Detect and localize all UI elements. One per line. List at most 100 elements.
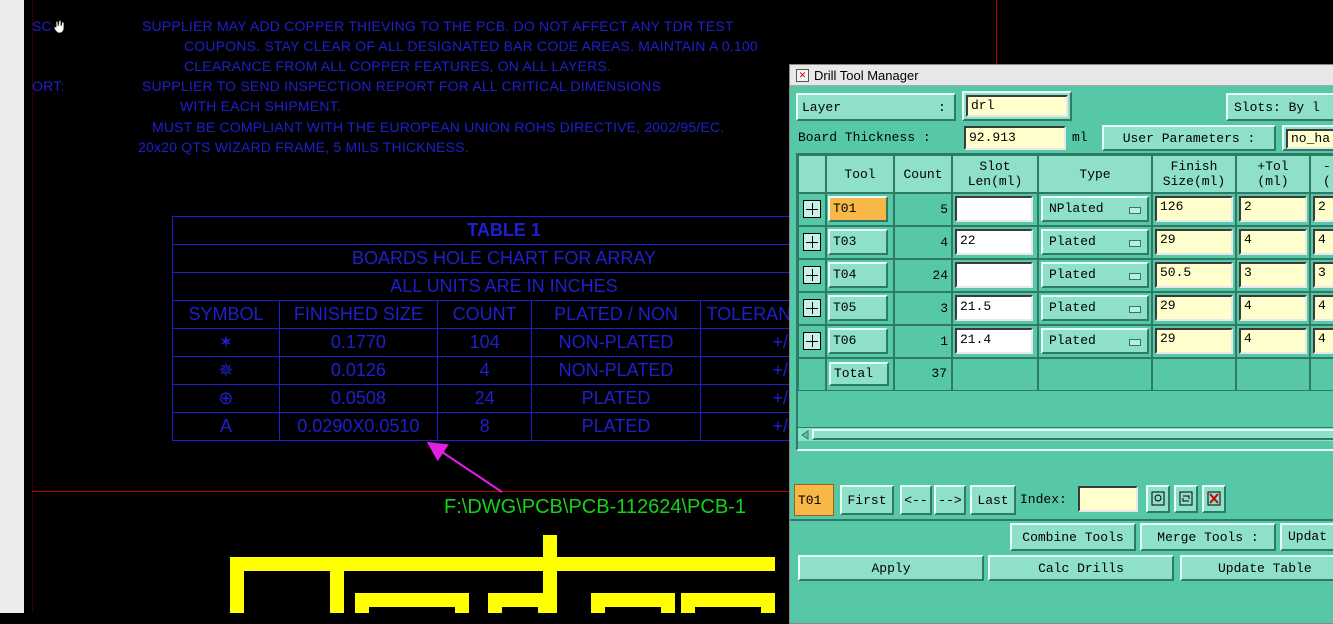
header-count: COUNT <box>436 300 533 329</box>
index-input[interactable] <box>1078 486 1138 512</box>
plus-tol-input[interactable]: 3 <box>1239 262 1307 288</box>
slot-length-input[interactable] <box>955 196 1033 222</box>
plus-tol-input[interactable]: 4 <box>1239 229 1307 255</box>
dialog-title: Drill Tool Manager <box>814 67 919 83</box>
finish-size-input[interactable]: 50.5 <box>1155 262 1233 288</box>
slot-length-input[interactable]: 21.4 <box>955 328 1033 354</box>
plus-tol-input[interactable]: 4 <box>1239 328 1307 354</box>
table-row: A 0.0290X0.0510 8 PLATED +/-0.00 <box>172 412 836 441</box>
minus-tol-input[interactable]: 4 <box>1313 295 1333 321</box>
calc-drills-button[interactable]: Calc Drills <box>988 555 1174 581</box>
slot-length-input[interactable]: 21.5 <box>955 295 1033 321</box>
next-button[interactable]: --> <box>934 485 966 515</box>
type-dropdown[interactable]: Plated <box>1041 229 1149 255</box>
window-close-icon[interactable]: ✕ <box>796 68 809 82</box>
type-value: Plated <box>1049 234 1096 249</box>
horizontal-scrollbar[interactable] <box>798 427 1333 441</box>
type-dropdown[interactable]: Plated <box>1041 262 1149 288</box>
note-prefix: SC <box>32 18 52 34</box>
dropdown-icon <box>1129 306 1141 313</box>
expand-icon[interactable] <box>803 200 821 218</box>
expand-icon[interactable] <box>803 266 821 284</box>
tool-button[interactable]: T05 <box>828 295 888 321</box>
size-cell: 0.0290X0.0510 <box>278 412 438 441</box>
arrow-to-table <box>426 441 503 493</box>
delete-icon-button[interactable] <box>1202 485 1226 513</box>
plus-tol-input[interactable]: 2 <box>1239 196 1307 222</box>
count-value: 5 <box>940 202 948 217</box>
update-table-button[interactable]: Update Table <box>1180 555 1333 581</box>
finish-size-input[interactable]: 126 <box>1155 196 1233 222</box>
col-type-label: Type <box>1079 166 1111 182</box>
type-dropdown[interactable]: Plated <box>1041 328 1149 354</box>
type-value: Plated <box>1049 333 1096 348</box>
scrollbar-thumb[interactable] <box>812 429 1333 440</box>
dropdown-icon <box>1129 339 1141 346</box>
replace-icon-button[interactable] <box>1174 485 1198 513</box>
type-value: NPlated <box>1049 201 1104 216</box>
total-empty <box>1152 358 1236 391</box>
user-params-input[interactable]: no_ha <box>1286 129 1333 149</box>
merge-tools-button[interactable]: Merge Tools : <box>1140 523 1276 551</box>
size-cell: 0.1770 <box>278 328 438 357</box>
dialog-titlebar[interactable]: ✕ Drill Tool Manager <box>790 65 1333 86</box>
symbol-cell: A <box>172 412 280 441</box>
col-ntol-label: - <box>1323 159 1331 174</box>
type-value: Plated <box>1049 300 1096 315</box>
tool-button[interactable]: T01 <box>828 196 888 222</box>
dropdown-icon <box>1129 240 1141 247</box>
minus-tol-input[interactable]: 4 <box>1313 229 1333 255</box>
col-ntol-unit: ( <box>1323 174 1331 189</box>
scroll-left-icon[interactable] <box>800 429 810 440</box>
finish-size-input[interactable]: 29 <box>1155 295 1233 321</box>
expand-icon[interactable] <box>803 233 821 251</box>
finish-size-input[interactable]: 29 <box>1155 328 1233 354</box>
minus-tol-input[interactable]: 4 <box>1313 328 1333 354</box>
table-subtitle: BOARDS HOLE CHART FOR ARRAY <box>172 244 836 273</box>
apply-button[interactable]: Apply <box>798 555 984 581</box>
col-ptol-label: +Tol <box>1257 159 1289 174</box>
expand-icon[interactable] <box>803 299 821 317</box>
finish-size-input[interactable]: 29 <box>1155 229 1233 255</box>
layer-input[interactable]: drl <box>966 95 1068 117</box>
divider <box>790 519 1333 521</box>
note-line-4: SUPPLIER TO SEND INSPECTION REPORT FOR A… <box>142 78 662 94</box>
slot-length-input[interactable] <box>955 262 1033 288</box>
frame-line-vertical <box>996 0 997 64</box>
tool-row: T04 24 Plated 50.5 3 3 <box>798 259 1333 292</box>
first-button[interactable]: First <box>840 485 894 515</box>
total-empty <box>952 358 1038 391</box>
tool-button[interactable]: T03 <box>828 229 888 255</box>
plus-tol-input[interactable]: 4 <box>1239 295 1307 321</box>
tool-button[interactable]: T04 <box>828 262 888 288</box>
update-button[interactable]: Updat <box>1280 523 1333 551</box>
search-icon-button[interactable] <box>1146 485 1170 513</box>
count-cell: 24 <box>436 384 533 413</box>
slot-length-input[interactable]: 22 <box>955 229 1033 255</box>
total-count: 37 <box>931 366 947 381</box>
type-dropdown[interactable]: Plated <box>1041 295 1149 321</box>
tool-row: T05 3 21.5 Plated 29 4 4 <box>798 292 1333 325</box>
col-finish-label: Finish <box>1170 159 1218 174</box>
combine-tools-button[interactable]: Combine Tools <box>1010 523 1136 551</box>
col-tool-label: Tool <box>844 166 876 182</box>
header-finished-size: FINISHED SIZE <box>278 300 438 329</box>
frame-line-horizontal <box>32 491 792 492</box>
last-button[interactable]: Last <box>970 485 1016 515</box>
user-parameters-button[interactable]: User Parameters : <box>1102 125 1276 151</box>
plated-cell: NON-PLATED <box>531 328 701 357</box>
type-dropdown[interactable]: NPlated <box>1041 196 1149 222</box>
tool-button[interactable]: T06 <box>828 328 888 354</box>
minus-tol-input[interactable]: 3 <box>1313 262 1333 288</box>
table-row: ⊕ 0.0508 24 PLATED +/-0.00 <box>172 384 836 413</box>
slots-selector[interactable]: Slots: By l <box>1226 93 1333 121</box>
plated-cell: PLATED <box>531 412 701 441</box>
prev-button[interactable]: <-- <box>900 485 932 515</box>
table-row: ✵ 0.0126 4 NON-PLATED +/-0.00 <box>172 356 836 385</box>
count-cell: 8 <box>436 412 533 441</box>
total-empty <box>1310 358 1333 391</box>
thickness-input[interactable]: 92.913 <box>964 126 1066 150</box>
minus-tol-input[interactable]: 2 <box>1313 196 1333 222</box>
expand-icon[interactable] <box>803 332 821 350</box>
total-label: Total <box>829 362 889 386</box>
